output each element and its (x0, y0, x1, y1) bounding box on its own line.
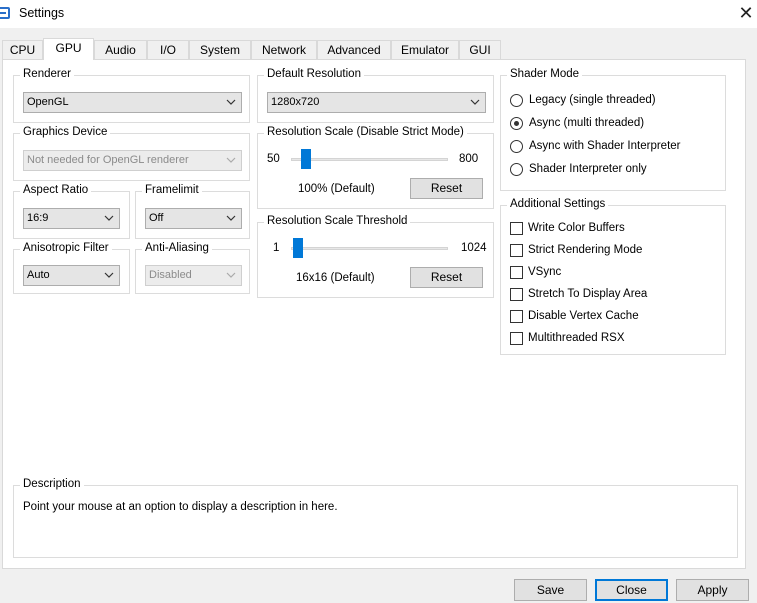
resolution-threshold-group: Resolution Scale Threshold 1 1024 16x16 … (257, 215, 494, 298)
resolution-scale-min: 50 (267, 153, 280, 165)
vsync-label[interactable]: VSync (528, 266, 561, 278)
chevron-down-icon (226, 99, 236, 105)
resolution-threshold-max: 1024 (461, 242, 487, 254)
description-group-title: Description (20, 478, 84, 490)
chevron-down-icon (226, 215, 236, 221)
aspect-ratio-combo[interactable]: 16:9 (23, 208, 120, 229)
disable-vertex-cache-label[interactable]: Disable Vertex Cache (528, 310, 639, 322)
graphics-device-group-title: Graphics Device (20, 126, 111, 138)
framelimit-combo[interactable]: Off (145, 208, 242, 229)
tab-advanced[interactable]: Advanced (317, 40, 391, 59)
write-color-buffers-checkbox[interactable] (510, 222, 523, 235)
default-resolution-group: Default Resolution 1280x720 (257, 68, 494, 123)
anti-aliasing-combo: Disabled (145, 265, 242, 286)
anisotropic-filter-value: Auto (27, 269, 50, 281)
default-resolution-combo[interactable]: 1280x720 (267, 92, 486, 113)
chevron-down-icon (226, 272, 236, 278)
aspect-ratio-group: Aspect Ratio 16:9 (13, 184, 130, 239)
renderer-value: OpenGL (27, 96, 69, 108)
anisotropic-filter-group: Anisotropic Filter Auto (13, 242, 130, 294)
tab-gui[interactable]: GUI (459, 40, 501, 59)
shader-mode-async-interpreter-label[interactable]: Async with Shader Interpreter (529, 140, 681, 152)
shader-mode-legacy-radio[interactable] (510, 94, 523, 107)
framelimit-value: Off (149, 212, 164, 224)
tab-io[interactable]: I/O (147, 40, 189, 59)
aspect-ratio-group-title: Aspect Ratio (20, 184, 92, 196)
apply-button[interactable]: Apply (676, 579, 749, 601)
resolution-scale-value-label: 100% (Default) (298, 183, 375, 195)
resolution-threshold-group-title: Resolution Scale Threshold (264, 215, 411, 227)
anti-aliasing-value: Disabled (149, 269, 192, 281)
renderer-group-title: Renderer (20, 68, 74, 80)
description-text: Point your mouse at an option to display… (23, 501, 338, 513)
tab-cpu[interactable]: CPU (2, 40, 43, 59)
tab-network[interactable]: Network (251, 40, 317, 59)
graphics-device-group: Graphics Device Not needed for OpenGL re… (13, 126, 250, 181)
shader-mode-group-title: Shader Mode (507, 68, 583, 80)
framelimit-group-title: Framelimit (142, 184, 202, 196)
resolution-threshold-reset-button[interactable]: Reset (410, 267, 483, 288)
window-title: Settings (19, 6, 65, 20)
stretch-to-display-area-label[interactable]: Stretch To Display Area (528, 288, 647, 300)
default-resolution-group-title: Default Resolution (264, 68, 364, 80)
close-icon[interactable]: ✕ (735, 2, 757, 24)
tab-system[interactable]: System (189, 40, 251, 59)
anti-aliasing-group: Anti-Aliasing Disabled (135, 242, 250, 294)
anisotropic-filter-combo[interactable]: Auto (23, 265, 120, 286)
chevron-down-icon (226, 157, 236, 163)
renderer-combo[interactable]: OpenGL (23, 92, 242, 113)
shader-mode-group: Shader Mode Legacy (single threaded) Asy… (500, 68, 726, 191)
shader-mode-legacy-label[interactable]: Legacy (single threaded) (529, 94, 656, 106)
tab-emulator[interactable]: Emulator (391, 40, 459, 59)
resolution-threshold-min: 1 (273, 242, 280, 254)
resolution-scale-reset-button[interactable]: Reset (410, 178, 483, 199)
shader-mode-interpreter-only-label[interactable]: Shader Interpreter only (529, 163, 647, 175)
shader-mode-async-label[interactable]: Async (multi threaded) (529, 117, 644, 129)
strict-rendering-mode-checkbox[interactable] (510, 244, 523, 257)
anisotropic-filter-group-title: Anisotropic Filter (20, 242, 112, 254)
strict-rendering-mode-label[interactable]: Strict Rendering Mode (528, 244, 642, 256)
resolution-threshold-track[interactable] (291, 247, 448, 250)
disable-vertex-cache-checkbox[interactable] (510, 310, 523, 323)
shader-mode-async-interpreter-radio[interactable] (510, 140, 523, 153)
resolution-scale-slider-handle[interactable] (301, 149, 311, 169)
default-resolution-value: 1280x720 (271, 96, 320, 108)
multithreaded-rsx-label[interactable]: Multithreaded RSX (528, 332, 625, 344)
resolution-threshold-value-label: 16x16 (Default) (296, 272, 375, 284)
graphics-device-combo: Not needed for OpenGL renderer (23, 150, 242, 171)
close-button[interactable]: Close (595, 579, 668, 601)
resolution-scale-max: 800 (459, 153, 479, 165)
write-color-buffers-label[interactable]: Write Color Buffers (528, 222, 625, 234)
title-bar: Settings ✕ (0, 0, 757, 28)
anti-aliasing-group-title: Anti-Aliasing (142, 242, 212, 254)
chevron-down-icon (104, 215, 114, 221)
vsync-checkbox[interactable] (510, 266, 523, 279)
chevron-down-icon (470, 99, 480, 105)
shader-mode-interpreter-only-radio[interactable] (510, 163, 523, 176)
save-button[interactable]: Save (514, 579, 587, 601)
resolution-scale-track[interactable] (291, 158, 448, 161)
renderer-group: Renderer OpenGL (13, 68, 250, 123)
resolution-scale-group: Resolution Scale (Disable Strict Mode) 5… (257, 126, 494, 209)
shader-mode-async-radio[interactable] (510, 117, 523, 130)
multithreaded-rsx-checkbox[interactable] (510, 332, 523, 345)
aspect-ratio-value: 16:9 (27, 212, 49, 224)
framelimit-group: Framelimit Off (135, 184, 250, 239)
tab-audio[interactable]: Audio (94, 40, 147, 59)
gpu-settings-panel: Renderer OpenGL Graphics Device Not need… (2, 59, 746, 569)
resolution-scale-group-title: Resolution Scale (Disable Strict Mode) (264, 126, 467, 138)
chevron-down-icon (104, 272, 114, 278)
resolution-threshold-slider-handle[interactable] (293, 238, 303, 258)
description-group: Description Point your mouse at an optio… (13, 478, 738, 558)
graphics-device-value: Not needed for OpenGL renderer (27, 154, 189, 166)
app-icon (0, 7, 10, 19)
additional-settings-group: Additional Settings Write Color Buffers … (500, 198, 726, 355)
stretch-to-display-area-checkbox[interactable] (510, 288, 523, 301)
additional-settings-group-title: Additional Settings (507, 198, 609, 210)
tab-gpu[interactable]: GPU (43, 38, 94, 60)
